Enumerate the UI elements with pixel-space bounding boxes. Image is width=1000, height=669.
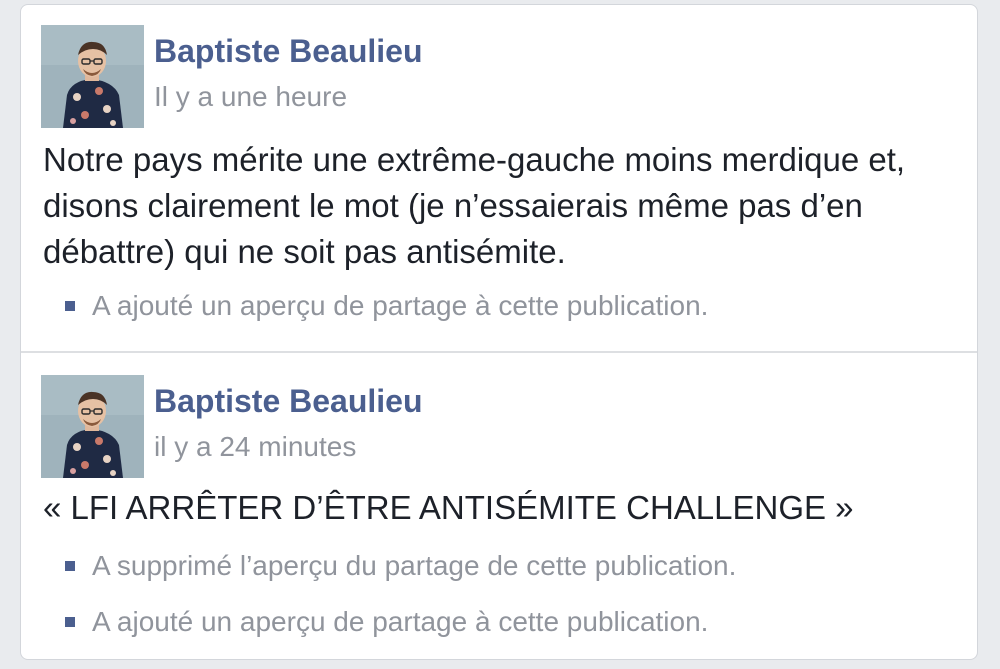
post-text: Notre pays mérite une extrême-gauche moi… xyxy=(43,141,906,270)
bullet-icon xyxy=(65,301,75,311)
bullet-icon xyxy=(65,617,75,627)
edit-note: A supprimé l’aperçu du partage de cette … xyxy=(65,550,736,582)
author-name[interactable]: Baptiste Beaulieu xyxy=(154,383,423,420)
bullet-icon xyxy=(65,561,75,571)
post-version: Baptiste Beaulieu il y a 24 minutes « LF… xyxy=(21,353,977,659)
edit-note-text: A ajouté un aperçu de partage à cette pu… xyxy=(92,606,709,637)
edit-note-text: A supprimé l’aperçu du partage de cette … xyxy=(92,550,737,581)
edit-note: A ajouté un aperçu de partage à cette pu… xyxy=(65,606,708,638)
timestamp[interactable]: Il y a une heure xyxy=(154,81,347,113)
edit-note-text: A ajouté un aperçu de partage à cette pu… xyxy=(92,290,709,321)
avatar[interactable] xyxy=(41,375,144,478)
post-text: « LFI ARRÊTER D’ÊTRE ANTISÉMITE CHALLENG… xyxy=(43,489,854,526)
timestamp[interactable]: il y a 24 minutes xyxy=(154,431,356,463)
edit-note: A ajouté un aperçu de partage à cette pu… xyxy=(65,290,708,322)
edit-history-card: Baptiste Beaulieu Il y a une heure Notre… xyxy=(20,4,978,660)
avatar[interactable] xyxy=(41,25,144,128)
post-version: Baptiste Beaulieu Il y a une heure Notre… xyxy=(21,5,977,352)
author-name[interactable]: Baptiste Beaulieu xyxy=(154,33,423,70)
